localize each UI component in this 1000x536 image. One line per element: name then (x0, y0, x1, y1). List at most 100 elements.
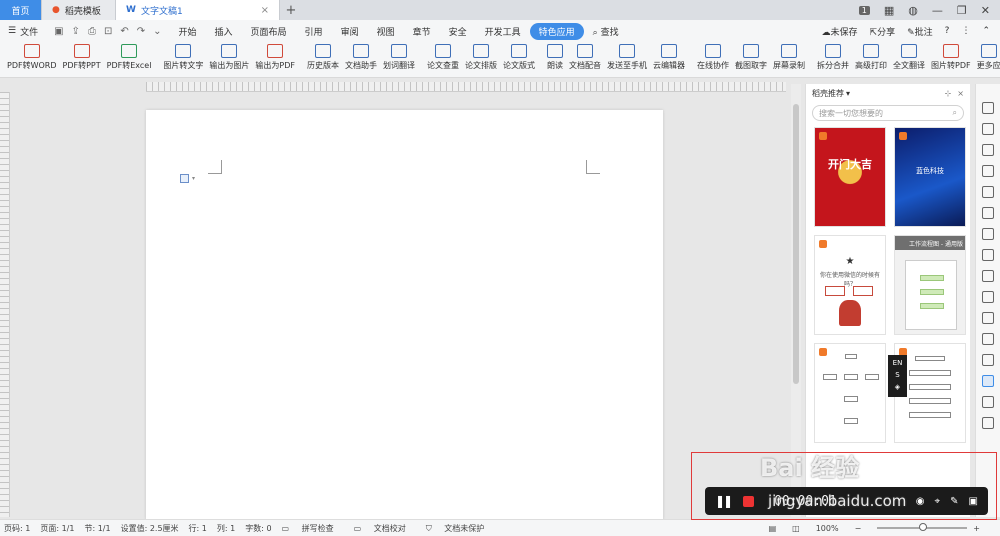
zoom-slider[interactable] (877, 523, 968, 531)
redo-icon[interactable]: ↷ (137, 26, 145, 37)
close-tab-icon[interactable]: × (261, 5, 269, 16)
ribbon-button-8[interactable]: 划词翻译 (380, 42, 418, 71)
share-button[interactable]: ⇱分享 (870, 25, 896, 38)
template-card-red[interactable]: 开门大吉 (814, 127, 886, 227)
ribbon-button-1[interactable]: PDF转PPT (60, 42, 104, 71)
ribbon-button-14[interactable]: 发送至手机 (604, 42, 650, 71)
zoom-slider-knob[interactable] (919, 523, 928, 531)
zoom-out-icon[interactable]: − (855, 524, 862, 533)
chevron-down-icon[interactable]: ⌄ (153, 26, 161, 37)
document-page[interactable]: ▾ (146, 110, 663, 520)
help-icon[interactable]: ? (945, 26, 950, 36)
template-card-flow[interactable]: 工作流程图 - 通用版 (894, 235, 966, 335)
avatar[interactable]: ◍ (908, 4, 918, 17)
print-icon[interactable]: ⎙ (88, 26, 96, 37)
ribbon-button-13[interactable]: 文档配音 (566, 42, 604, 71)
window-icon[interactable]: ▣ (969, 496, 978, 507)
menu-special-apps[interactable]: 特色应用 (529, 22, 584, 40)
restore-icon[interactable]: ❐ (957, 4, 967, 17)
shapes-icon[interactable] (982, 165, 994, 177)
status-words[interactable]: 字数: 0 (245, 523, 271, 534)
ribbon-button-10[interactable]: 论文排版 (462, 42, 500, 71)
ribbon-button-11[interactable]: 论文版式 (500, 42, 538, 71)
protect-button[interactable]: ⛉ 文档未保护 (426, 523, 495, 534)
ribbon-button-16[interactable]: 在线协作 (694, 42, 732, 71)
spell-check-button[interactable]: ▭ 拼写检查 (282, 523, 344, 534)
grid-icon[interactable]: ▦ (884, 4, 894, 17)
ribbon-button-6[interactable]: 历史版本 (304, 42, 342, 71)
cursor-icon[interactable] (982, 123, 994, 135)
paste-options-icon[interactable] (180, 174, 189, 183)
ribbon-button-17[interactable]: 截图取字 (732, 42, 770, 71)
menu-developer[interactable]: 开发工具 (476, 25, 530, 38)
view-web-icon[interactable]: ◫ (792, 524, 800, 533)
pause-icon[interactable]: ❚❚ (715, 494, 733, 508)
menu-view[interactable]: 视图 (368, 25, 404, 38)
edit-icon[interactable] (982, 102, 994, 114)
ribbon-button-22[interactable]: 图片转PDF (928, 42, 974, 71)
ribbon-button-19[interactable]: 拆分合并 (814, 42, 852, 71)
help-icon[interactable] (982, 333, 994, 345)
menu-insert[interactable]: 插入 (206, 25, 242, 38)
stop-icon[interactable] (743, 495, 755, 507)
chevron-down-icon[interactable]: ▾ (846, 89, 850, 98)
menu-references[interactable]: 引用 (296, 25, 332, 38)
preview-icon[interactable]: ⊡ (104, 26, 112, 37)
fill-icon[interactable] (982, 186, 994, 198)
ribbon-button-4[interactable]: 输出为图片 (206, 42, 252, 71)
new-tab-button[interactable]: + (280, 0, 302, 20)
ribbon-button-5[interactable]: 输出为PDF (252, 42, 298, 71)
minimize-icon[interactable]: — (932, 4, 943, 17)
history-icon[interactable] (982, 396, 994, 408)
save-icon[interactable]: ▣ (54, 26, 63, 37)
ribbon-button-18[interactable]: 屏幕录制 (770, 42, 808, 71)
location-icon[interactable] (982, 144, 994, 156)
picture-icon[interactable] (982, 354, 994, 366)
vertical-ruler[interactable] (0, 92, 10, 517)
help-circle-icon[interactable] (982, 417, 994, 429)
export-icon[interactable]: ⇪ (72, 26, 80, 37)
zoom-in-icon[interactable]: + (973, 524, 980, 533)
proofread-button[interactable]: ▭ 文档校对 (354, 523, 416, 534)
microphone-icon[interactable]: ◉ (916, 496, 925, 507)
ribbon-button-20[interactable]: 高级打印 (852, 42, 890, 71)
ribbon-button-0[interactable]: PDF转WORD (4, 42, 60, 71)
template-card-blue[interactable]: 蓝色科技 (894, 127, 966, 227)
tab-home[interactable]: 首页 (0, 0, 42, 20)
export-icon[interactable] (982, 312, 994, 324)
menu-review[interactable]: 审阅 (332, 25, 368, 38)
ribbon-button-15[interactable]: 云编辑器 (650, 42, 688, 71)
adjust-icon[interactable] (982, 270, 994, 282)
ribbon-button-9[interactable]: 论文查重 (424, 42, 462, 71)
template-icon[interactable] (982, 375, 994, 387)
panel-search-input[interactable]: 搜索一切您想要的 ⌕ (812, 105, 964, 121)
table-icon[interactable] (982, 228, 994, 240)
annotate-button[interactable]: ✎批注 (907, 25, 933, 38)
horizontal-ruler[interactable] (146, 82, 786, 92)
tab-document[interactable]: W 文字文稿1 × (116, 0, 280, 20)
tab-daoke[interactable]: ● 稻壳模板 (42, 0, 116, 20)
ribbon-button-21[interactable]: 全文翻译 (890, 42, 928, 71)
ime-indicator[interactable]: EN S ◈ (888, 355, 907, 397)
chevron-down-icon[interactable]: ▾ (192, 175, 195, 182)
list-icon[interactable] (982, 291, 994, 303)
close-window-icon[interactable]: ✕ (981, 4, 990, 17)
menu-chapter[interactable]: 章节 (404, 25, 440, 38)
ribbon-button-23[interactable]: 更多应 (974, 42, 1000, 71)
menu-security[interactable]: 安全 (440, 25, 476, 38)
camera-icon[interactable]: ⌖ (935, 496, 941, 507)
pin-icon[interactable]: ⊹ (945, 89, 952, 98)
template-card-flowchart-1[interactable] (814, 343, 886, 443)
chart-icon[interactable] (982, 249, 994, 261)
scrollbar-thumb[interactable] (793, 104, 799, 384)
template-card-question[interactable]: ★ 你在使用微信的时候有吗？ (814, 235, 886, 335)
undo-icon[interactable]: ↶ (120, 26, 128, 37)
panel-close-icon[interactable]: × (957, 89, 964, 98)
unsaved-button[interactable]: ☁未保存 (822, 25, 858, 38)
ribbon-button-7[interactable]: 文档助手 (342, 42, 380, 71)
find-button[interactable]: ⌕ 查找 (584, 25, 628, 38)
menu-start[interactable]: 开始 (170, 25, 206, 38)
menu-layout[interactable]: 页面布局 (242, 25, 296, 38)
pen-icon[interactable]: ✎ (950, 496, 958, 507)
ribbon-button-2[interactable]: PDF转Excel (104, 42, 155, 71)
